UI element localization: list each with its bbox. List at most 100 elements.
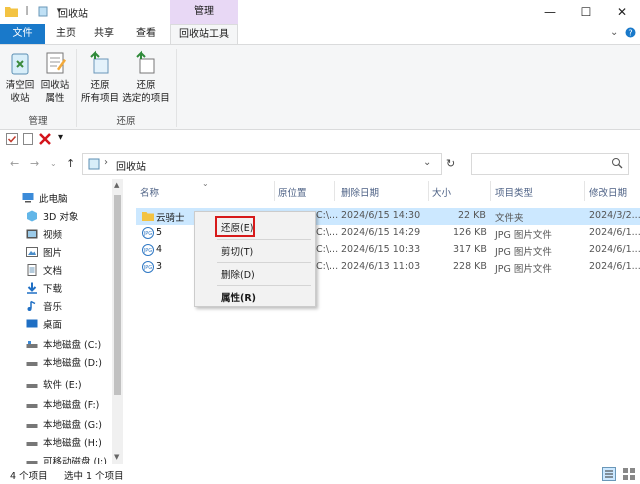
nav-item-drive-f[interactable]: 本地磁盘 (F:) [26,395,99,413]
drive-icon [26,436,38,448]
search-input[interactable] [471,153,629,175]
check-icon[interactable] [6,133,18,148]
nav-item-3d-objects[interactable]: 3D 对象 [26,207,78,225]
nav-item-drive-g[interactable]: 本地磁盘 (G:) [26,415,102,433]
picture-icon [26,246,38,258]
refresh-icon[interactable]: ↻ [446,157,455,170]
quick-access-toolbar: | ▾ [4,4,66,18]
minimize-button[interactable]: — [532,0,568,24]
nav-item-music[interactable]: 音乐 [26,297,62,315]
jpg-file-icon: JPG [142,227,154,239]
large-icons-view-icon[interactable] [622,467,636,484]
drive-icon [26,418,38,430]
recycle-bin-properties-button[interactable]: 回收站 属性 [38,49,72,105]
window-title: 回收站 [58,9,88,20]
menu-item-properties[interactable]: 属性(R) [221,290,256,304]
restore-selected-label-1: 还原 [136,80,156,91]
tab-recycle-bin-tools[interactable]: 回收站工具 [170,24,238,45]
column-header-date-deleted[interactable]: 删除日期 [341,185,379,199]
column-header-name[interactable]: 名称 [140,185,159,199]
nav-item-drive-d[interactable]: 本地磁盘 (D:) [26,353,102,371]
drive-icon [26,356,38,368]
selected-count: 选中 1 个项目 [64,471,124,482]
empty-recycle-bin-button[interactable]: 清空回 收站 [2,49,38,105]
file-date-deleted: 2024/6/15 14:30 [341,210,421,221]
nav-item-drive-h[interactable]: 本地磁盘 (H:) [26,433,102,451]
restore-all-label-1: 还原 [90,80,110,91]
nav-item-pictures[interactable]: 图片 [26,243,62,261]
nav-label: 桌面 [43,320,63,331]
nav-scrollbar[interactable]: ▲ ▼ [112,179,123,464]
nav-label: 软件 (E:) [43,380,82,391]
nav-label: 图片 [43,248,63,259]
recycle-bin-small-icon [88,158,100,173]
search-icon[interactable] [611,157,623,172]
chevron-down-icon[interactable]: ⌄ [610,27,618,38]
file-date-deleted: 2024/6/13 11:03 [341,261,421,272]
column-divider [584,181,585,201]
close-button[interactable]: ✕ [604,0,640,24]
scroll-up-icon[interactable]: ▲ [114,181,119,189]
column-header-date-modified[interactable]: 修改日期 [589,185,627,199]
maximize-button[interactable]: ☐ [568,0,604,24]
column-header-type[interactable]: 项目类型 [495,185,533,199]
nav-label: 下载 [43,284,63,295]
tab-file[interactable]: 文件 [0,24,45,44]
menu-item-delete[interactable]: 删除(D) [221,267,255,281]
file-date-deleted: 2024/6/15 14:29 [341,227,421,238]
file-type: JPG 图片文件 [495,230,552,241]
file-date-modified: 2024/6/1... [589,261,640,272]
nav-item-downloads[interactable]: 下载 [26,279,62,297]
jpg-file-icon: JPG [142,261,154,273]
tab-home[interactable]: 主页 [50,24,82,44]
tab-share[interactable]: 共享 [88,24,120,44]
nav-item-documents[interactable]: 文档 [26,261,62,279]
svg-text:JPG: JPG [143,248,152,254]
file-date-modified: 2024/6/1... [589,244,640,255]
column-header-size[interactable]: 大小 [432,185,451,199]
file-size: 22 KB [458,210,486,221]
file-type: JPG 图片文件 [495,264,552,275]
address-dropdown-icon[interactable]: ⌄ [423,157,431,168]
nav-label: 本地磁盘 (C:) [43,340,102,351]
restore-all-button[interactable]: 还原 所有项目 [80,49,120,105]
back-arrow-icon[interactable]: ← [10,157,19,170]
video-icon [26,228,38,240]
jpg-file-icon: JPG [142,244,154,256]
nav-item-drive-c[interactable]: 本地磁盘 (C:) [26,335,101,353]
customize-dropdown-icon[interactable]: ▾ [58,132,63,143]
menu-item-cut[interactable]: 剪切(T) [221,244,253,258]
delete-x-icon[interactable] [38,132,52,149]
menu-item-restore[interactable]: 还原(E) [221,220,253,234]
column-header-original-location[interactable]: 原位置 [278,185,307,199]
nav-item-this-pc[interactable]: 此电脑 [22,189,68,207]
recycle-bin-icon[interactable] [36,4,50,18]
details-view-icon[interactable] [602,467,616,484]
nav-label: 3D 对象 [43,212,79,223]
scroll-thumb[interactable] [114,195,121,395]
restore-all-label-2: 所有项目 [80,93,119,104]
breadcrumb-chevron-icon[interactable]: › [104,157,108,168]
help-icon[interactable]: ? [625,27,636,41]
breadcrumb[interactable]: 回收站 [116,158,146,173]
tab-view[interactable]: 查看 [130,24,162,44]
file-original-location: C:\... [316,210,339,221]
up-arrow-icon[interactable]: ↑ [66,157,75,170]
title-bar: | ▾ 回收站 管理 — ☐ ✕ [0,0,640,24]
address-bar[interactable]: › 回收站 ⌄ [82,153,442,175]
selection-toolbar: ▾ [0,130,640,149]
folder-icon[interactable] [4,4,18,18]
nav-item-drive-e[interactable]: 软件 (E:) [26,375,82,393]
scroll-down-icon[interactable]: ▼ [114,453,119,461]
manage-context-tab[interactable]: 管理 [170,0,238,24]
group-label-manage: 管理 [28,116,48,127]
nav-item-videos[interactable]: 视频 [26,225,62,243]
recent-dropdown-icon[interactable]: ⌄ [50,159,57,168]
nav-item-drive-i[interactable]: 可移动磁盘 (I:) [26,452,107,464]
restore-selected-button[interactable]: 还原 选定的项目 [120,49,172,105]
forward-arrow-icon[interactable]: → [30,157,39,170]
svg-text:JPG: JPG [143,265,152,271]
nav-item-desktop[interactable]: 桌面 [26,315,62,333]
blank-page-icon[interactable] [22,133,34,148]
nav-label: 本地磁盘 (F:) [43,400,100,411]
